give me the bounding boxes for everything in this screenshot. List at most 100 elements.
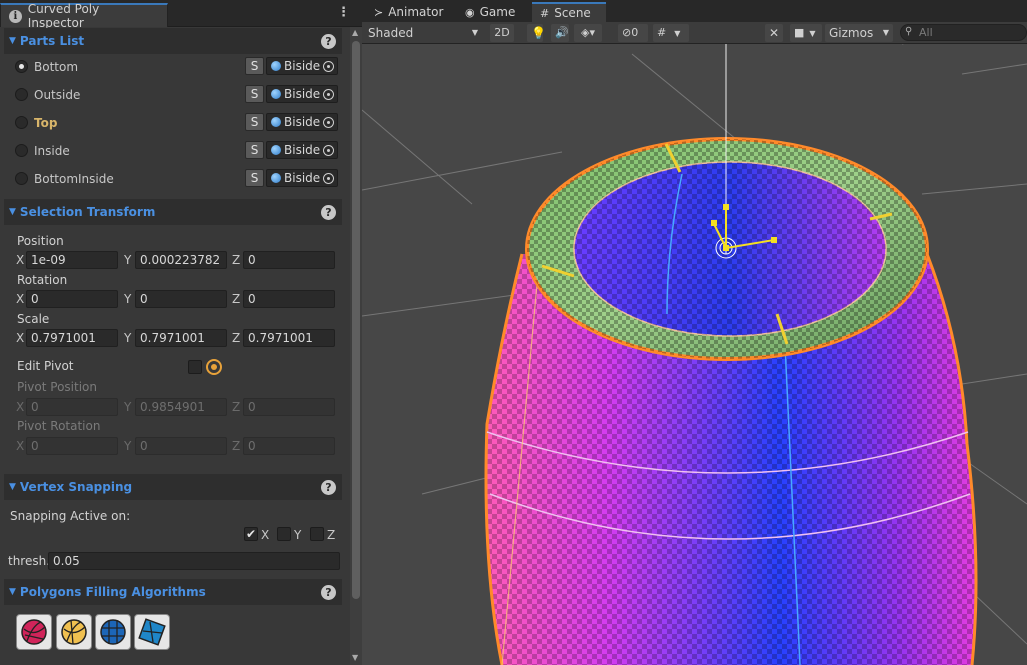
part-row[interactable]: Inside S Biside [4, 137, 342, 165]
part-radio[interactable] [15, 60, 28, 73]
part-row[interactable]: Top S Biside [4, 109, 342, 137]
object-field-value: Biside [284, 59, 321, 73]
object-picker-icon[interactable] [323, 144, 335, 156]
snap-z-checkbox[interactable] [310, 527, 324, 541]
algo-yellow-icon[interactable] [56, 614, 92, 650]
scale-label: Scale [17, 312, 50, 326]
solo-button[interactable]: S [245, 57, 264, 75]
snap-y-label: Y [294, 528, 302, 542]
position-y-field[interactable]: 0.000223782 [135, 251, 227, 269]
axis-x-label: X [16, 400, 25, 414]
hidden-objects-button[interactable]: ⊘0 [618, 24, 648, 42]
kebab-menu-icon[interactable]: ⋮ [337, 6, 350, 19]
tab-label: Game [479, 5, 516, 19]
part-radio[interactable] [15, 116, 28, 129]
hidden-count: 0 [631, 26, 639, 39]
section-title: Vertex Snapping [19, 480, 133, 494]
part-row[interactable]: BottomInside S Biside [4, 165, 342, 193]
object-picker-icon[interactable] [323, 60, 335, 72]
solo-button[interactable]: S [245, 141, 264, 159]
scroll-down-icon[interactable]: ▼ [352, 653, 358, 662]
snap-y-checkbox[interactable] [277, 527, 291, 541]
tools-icon[interactable]: ✕ [765, 24, 783, 42]
scroll-up-icon[interactable]: ▲ [352, 28, 358, 37]
parts-list-header[interactable]: ▼ Parts List ? [4, 28, 342, 54]
effects-icon[interactable]: ◈▾ [574, 24, 602, 42]
tab-animator[interactable]: ≻ Animator [366, 2, 451, 22]
pivot-target-icon[interactable] [206, 359, 222, 375]
part-object-field[interactable]: Biside [266, 85, 338, 103]
position-x-field[interactable]: 1e-09 [26, 251, 118, 269]
scale-y-field[interactable]: 0.7971001 [135, 329, 227, 347]
camera-button[interactable]: ■ ▼ [790, 24, 822, 42]
gizmos-dropdown[interactable]: Gizmos ▼ [825, 24, 893, 42]
part-radio[interactable] [15, 88, 28, 101]
part-radio[interactable] [15, 144, 28, 157]
axis-z-label: Z [232, 400, 241, 414]
algo-red-icon[interactable] [16, 614, 52, 650]
object-field-value: Biside [284, 171, 321, 185]
foldout-arrow-icon: ▼ [9, 587, 16, 597]
axis-x-label: X [16, 292, 25, 306]
pivot-rotation-y-field: 0 [135, 437, 227, 455]
lighting-icon[interactable]: 💡 [527, 24, 546, 42]
foldout-arrow-icon: ▼ [9, 207, 16, 217]
shading-mode-dropdown[interactable]: Shaded ▼ [364, 24, 482, 42]
part-object-field[interactable]: Biside [266, 57, 338, 75]
help-icon[interactable]: ? [321, 585, 336, 600]
pivot-rotation-z-field: 0 [243, 437, 335, 455]
pivot-position-z-field: 0 [243, 398, 335, 416]
position-z-field[interactable]: 0 [243, 251, 335, 269]
object-picker-icon[interactable] [323, 172, 335, 184]
help-icon[interactable]: ? [321, 480, 336, 495]
help-icon[interactable]: ? [321, 205, 336, 220]
info-icon: i [9, 9, 22, 23]
help-icon[interactable]: ? [321, 34, 336, 49]
scale-z-field[interactable]: 0.7971001 [243, 329, 335, 347]
axis-x-label: X [16, 439, 25, 453]
rotation-y-field[interactable]: 0 [135, 290, 227, 308]
part-radio[interactable] [15, 172, 28, 185]
object-picker-icon[interactable] [323, 88, 335, 100]
part-row[interactable]: Bottom S Biside [4, 53, 342, 81]
2d-toggle-button[interactable]: 2D [490, 24, 514, 42]
tab-game[interactable]: ◉ Game [457, 2, 523, 22]
chevron-down-icon: ▼ [809, 29, 816, 38]
part-label: Outside [34, 88, 81, 102]
scroll-thumb[interactable] [352, 41, 360, 599]
scene-search-input[interactable]: All [900, 24, 1027, 41]
foldout-arrow-icon: ▼ [9, 36, 16, 46]
solo-button[interactable]: S [245, 85, 264, 103]
inspector-scrollbar[interactable]: ▲ ▼ [350, 27, 362, 665]
edit-pivot-checkbox[interactable] [188, 360, 202, 374]
algo-cyan-icon[interactable] [134, 614, 170, 650]
tab-scene[interactable]: # Scene [532, 2, 606, 22]
selection-transform-header[interactable]: ▼ Selection Transform ? [4, 199, 342, 225]
scale-x-field[interactable]: 0.7971001 [26, 329, 118, 347]
audio-icon[interactable]: 🔊 [551, 24, 569, 42]
part-row[interactable]: Outside S Biside [4, 81, 342, 109]
axis-y-label: Y [124, 331, 132, 345]
object-picker-icon[interactable] [323, 116, 335, 128]
algo-blue-icon[interactable] [95, 614, 131, 650]
rotation-x-field[interactable]: 0 [26, 290, 118, 308]
solo-button[interactable]: S [245, 113, 264, 131]
pivot-position-label: Pivot Position [17, 380, 97, 394]
shading-mode-label: Shaded [368, 26, 414, 40]
part-object-field[interactable]: Biside [266, 169, 338, 187]
grid-toggle-button[interactable]: # ▼ [653, 24, 689, 42]
snap-x-checkbox[interactable]: ✔ [244, 527, 258, 541]
thresh-field[interactable]: 0.05 [48, 552, 340, 570]
tab-label: Animator [388, 5, 444, 19]
object-icon [271, 145, 281, 155]
section-title: Selection Transform [19, 205, 156, 219]
vertex-snapping-header[interactable]: ▼ Vertex Snapping ? [4, 474, 342, 500]
rotation-z-field[interactable]: 0 [243, 290, 335, 308]
solo-button[interactable]: S [245, 169, 264, 187]
animator-icon: ≻ [374, 5, 384, 19]
scene-viewport[interactable] [362, 44, 1027, 665]
tab-curved-poly-inspector[interactable]: i Curved Poly Inspector [0, 2, 168, 30]
part-object-field[interactable]: Biside [266, 113, 338, 131]
part-object-field[interactable]: Biside [266, 141, 338, 159]
polygons-filling-header[interactable]: ▼ Polygons Filling Algorithms ? [4, 579, 342, 605]
